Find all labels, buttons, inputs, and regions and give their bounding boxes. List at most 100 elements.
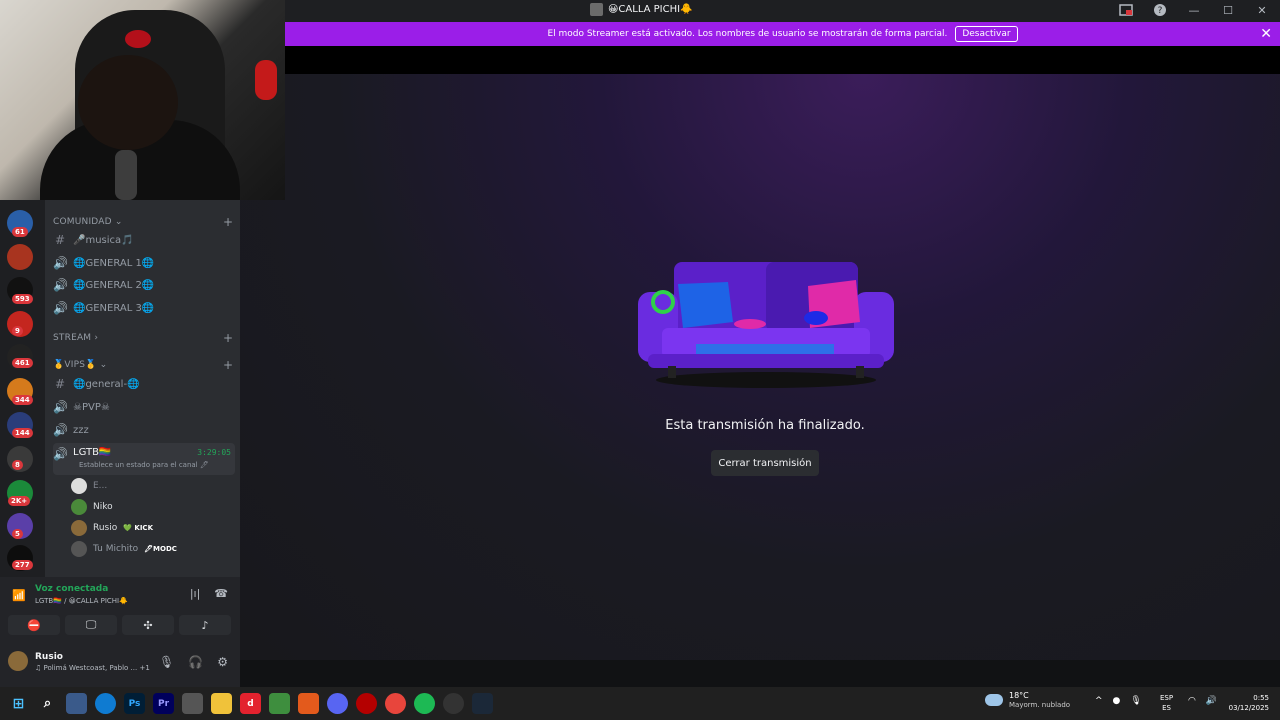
avatar [71, 520, 87, 536]
help-icon[interactable]: ? [1152, 2, 1168, 18]
notification-badge: 2K+ [8, 496, 31, 506]
activities-icon: ✣ [143, 618, 153, 632]
server-list: 61 593 9 461 344 144 8 2K+ 5 277 [0, 200, 40, 577]
wifi-icon[interactable]: ◠ [1188, 696, 1196, 706]
channel-general-vip[interactable]: # 🌐general-🌐 [53, 374, 235, 394]
app-icon[interactable]: d [240, 693, 261, 714]
channel-zzz[interactable]: 🔊 zzz [53, 420, 235, 440]
channel-general1[interactable]: 🔊 🌐GENERAL 1🌐 [53, 253, 235, 273]
signal-icon[interactable]: 📶 [12, 589, 26, 602]
user-panel: Rusio ♫ Polimá Westcoast, Pablo ... +1 🎙… [0, 641, 240, 687]
noise-suppression-icon[interactable]: |ı| [190, 587, 200, 600]
search-icon[interactable]: ⌕ [37, 693, 58, 714]
category-comunidad[interactable]: COMUNIDAD ⌄ + [53, 215, 233, 229]
username[interactable]: Rusio [35, 652, 63, 662]
add-channel-icon[interactable]: + [223, 215, 233, 229]
microphone-icon[interactable]: 🎙 [159, 655, 174, 669]
title-bar: 😀CALLA PICHI🐥 ? — ☐ ✕ [285, 0, 1280, 21]
channel-general2[interactable]: 🔊 🌐GENERAL 2🌐 [53, 275, 235, 295]
spotify-icon[interactable] [414, 693, 435, 714]
close-stream-button[interactable]: Cerrar transmisión [711, 450, 819, 476]
close-window-icon[interactable]: ✕ [1254, 2, 1270, 18]
soundboard-button[interactable]: ♪ [179, 615, 231, 635]
stage-footer [240, 660, 1280, 687]
user-tag: 🖊MODC [144, 545, 177, 553]
voice-user[interactable]: Rusio 💚 KICK [71, 520, 153, 536]
channel-list: COMUNIDAD ⌄ + # 🎤musica🎵 🔊 🌐GENERAL 1🌐 🔊… [45, 200, 240, 577]
screen: 😀CALLA PICHI🐥 ? — ☐ ✕ El modo Streamer e… [0, 0, 1280, 720]
mic-tray-icon[interactable]: 🎙 [1130, 696, 1141, 706]
screen-share-button[interactable]: 🖵 [65, 615, 117, 635]
add-channel-icon[interactable]: + [223, 358, 233, 372]
svg-text:?: ? [1158, 6, 1163, 16]
channel-pvp[interactable]: 🔊 ☠PVP☠ [53, 397, 235, 417]
add-channel-icon[interactable]: + [223, 331, 233, 345]
server-icon[interactable] [7, 244, 33, 270]
weather-widget[interactable]: 18°C Mayorm. nublado [985, 691, 1070, 709]
voice-status[interactable]: Voz conectada [35, 584, 108, 594]
inbox-icon[interactable] [1118, 2, 1134, 18]
record-icon[interactable]: ● [1113, 696, 1121, 706]
folder-icon[interactable] [211, 693, 232, 714]
speaker-icon: 🔊 [53, 423, 68, 437]
language-indicator[interactable]: ESP ES [1160, 693, 1173, 713]
notification-badge: 61 [12, 227, 28, 237]
hash-icon: # [54, 233, 66, 247]
couch-illustration [638, 262, 894, 388]
channel-lgtb[interactable]: 🔊 LGTB🏳‍🌈 3:29:05 Establece un estado pa… [53, 443, 235, 475]
volume-icon[interactable]: 🔊 [1206, 696, 1217, 706]
system-tray: ^ ● 🎙 [1095, 696, 1142, 706]
chevron-up-icon[interactable]: ^ [1095, 696, 1103, 706]
photoshop-icon[interactable]: Ps [124, 693, 145, 714]
settings-icon[interactable]: ⚙ [217, 655, 228, 669]
app-icon[interactable] [356, 693, 377, 714]
obs-icon[interactable] [443, 693, 464, 714]
notification-badge: 277 [12, 560, 33, 570]
notification-badge: 5 [12, 529, 23, 539]
minimize-icon[interactable]: — [1186, 2, 1202, 18]
store-icon[interactable] [182, 693, 203, 714]
channel-musica[interactable]: # 🎤musica🎵 [53, 230, 235, 250]
avatar [71, 541, 87, 557]
disconnect-icon[interactable]: ☎ [214, 587, 228, 600]
cloud-icon [985, 694, 1003, 706]
close-banner-icon[interactable]: ✕ [1260, 26, 1272, 42]
user-avatar[interactable] [8, 651, 28, 671]
speaker-icon: 🔊 [53, 447, 68, 461]
deactivate-button[interactable]: Desactivar [955, 26, 1018, 42]
steam-icon[interactable] [472, 693, 493, 714]
voice-location: LGTB🏳‍🌈 / 😀CALLA PICHI🐥 [35, 597, 128, 605]
system-tray-icons: ◠ 🔊 [1188, 696, 1217, 706]
app-icon[interactable] [66, 693, 87, 714]
activities-button[interactable]: ✣ [122, 615, 174, 635]
streamer-mode-banner: El modo Streamer está activado. Los nomb… [285, 22, 1280, 46]
premiere-icon[interactable]: Pr [153, 693, 174, 714]
voice-user[interactable]: Tu Michito 🖊MODC [71, 541, 177, 557]
clock[interactable]: 0:55 03/12/2025 [1225, 693, 1269, 713]
brave-icon[interactable] [298, 693, 319, 714]
speaker-icon: 🔊 [53, 301, 68, 315]
windows-start-icon[interactable]: ⊞ [8, 693, 29, 714]
voice-user[interactable]: E... [71, 478, 107, 494]
notification-badge: 461 [12, 358, 33, 368]
channel-general3[interactable]: 🔊 🌐GENERAL 3🌐 [53, 298, 235, 318]
voice-user[interactable]: Niko [71, 499, 113, 515]
chrome-icon[interactable] [385, 693, 406, 714]
hash-icon: # [54, 377, 66, 391]
channel-status[interactable]: Establece un estado para el canal 🖊 [79, 461, 209, 469]
screen-share-icon: 🖵 [85, 618, 97, 631]
avatar [71, 499, 87, 515]
headphones-icon[interactable]: 🎧 [188, 655, 203, 669]
webcam-overlay [0, 0, 285, 200]
category-stream[interactable]: STREAM › + [53, 331, 233, 345]
edge-icon[interactable] [95, 693, 116, 714]
minecraft-icon[interactable] [269, 693, 290, 714]
category-vips[interactable]: 🥇VIPS🥇 ⌄ + [53, 358, 233, 372]
camera-button[interactable]: ⛔ [8, 615, 60, 635]
speaker-icon: 🔊 [53, 278, 68, 292]
maximize-icon[interactable]: ☐ [1220, 2, 1236, 18]
discord-icon[interactable] [327, 693, 348, 714]
notification-badge: 9 [12, 326, 23, 336]
soundboard-icon: ♪ [201, 618, 209, 632]
server-icon [590, 3, 603, 16]
